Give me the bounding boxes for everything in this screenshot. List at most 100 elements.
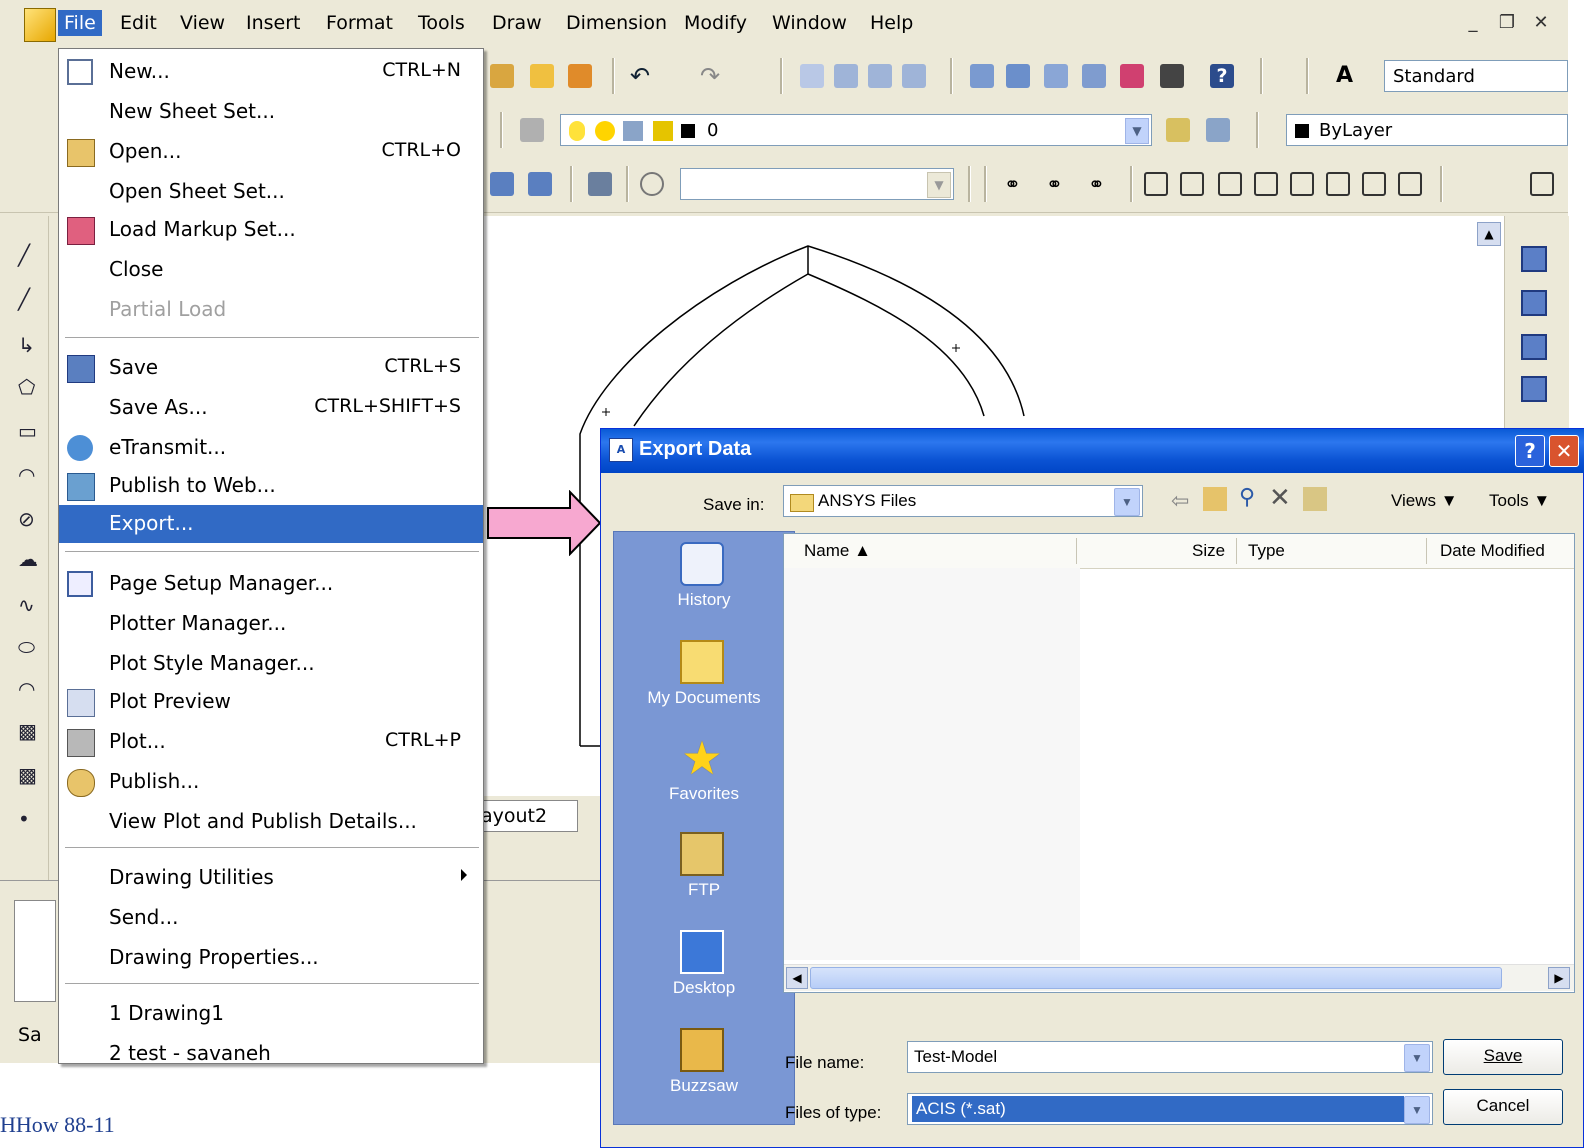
markup-icon[interactable] [1120, 64, 1144, 88]
polyline-icon[interactable]: ↳ [18, 334, 40, 356]
menu-item-recent-1[interactable]: 1 Drawing1 [59, 995, 483, 1033]
taper-faces-icon[interactable] [1326, 172, 1350, 196]
realtime-pan-icon[interactable] [800, 64, 824, 88]
menu-item-send[interactable]: Send... [59, 899, 483, 937]
delete-faces-icon[interactable] [1254, 172, 1278, 196]
zoom-window-icon[interactable] [868, 64, 892, 88]
search-web-icon[interactable]: ⚲ [1239, 485, 1255, 510]
save-button[interactable]: Save [1443, 1039, 1563, 1075]
menu-item-recent-2[interactable]: 2 test - savaneh [59, 1035, 483, 1073]
menu-item-new-sheet-set[interactable]: New Sheet Set... [59, 93, 483, 131]
layer-previous-icon[interactable] [1206, 118, 1230, 142]
up-folder-icon[interactable] [1203, 487, 1227, 511]
restore-icon[interactable]: ❐ [1496, 12, 1518, 36]
place-buzzsaw[interactable]: Buzzsaw [614, 1024, 794, 1120]
menu-tools[interactable]: Tools [412, 10, 471, 36]
move-faces-icon[interactable] [1180, 172, 1204, 196]
text-style-select[interactable]: Standard [1384, 60, 1568, 92]
scroll-right-icon[interactable]: ▶ [1548, 967, 1570, 989]
color-select[interactable]: ByLayer [1286, 114, 1568, 146]
menu-item-open[interactable]: Open... CTRL+O [59, 133, 483, 171]
calculator-icon[interactable] [1160, 64, 1184, 88]
text-style-icon[interactable]: A [1336, 64, 1360, 88]
new-folder-icon[interactable] [1303, 487, 1327, 511]
place-desktop[interactable]: Desktop [614, 926, 794, 1022]
send-to-back-icon[interactable] [1521, 290, 1547, 316]
zoom-realtime-icon[interactable] [834, 64, 858, 88]
menu-item-drawing-utilities[interactable]: Drawing Utilities [59, 859, 483, 897]
camera-icon[interactable] [588, 172, 612, 196]
revision-cloud-icon[interactable]: ☁ [18, 548, 40, 570]
menu-item-save-as[interactable]: Save As... CTRL+SHIFT+S [59, 389, 483, 427]
sheet-set-icon[interactable] [1082, 64, 1106, 88]
arc-icon[interactable]: ◠ [18, 464, 40, 486]
send-under-icon[interactable] [1521, 376, 1547, 402]
menu-edit[interactable]: Edit [114, 10, 163, 36]
back-icon[interactable]: ⇦ [1171, 489, 1189, 514]
file-name-input[interactable]: Test-Model ▼ [907, 1041, 1433, 1073]
pencil-icon[interactable] [530, 64, 554, 88]
menu-item-publish-to-web[interactable]: Publish to Web... [59, 467, 483, 505]
help-icon[interactable]: ? [1210, 64, 1234, 88]
rectangle-icon[interactable]: ▭ [18, 420, 40, 442]
redo-icon[interactable]: ↷ [700, 64, 724, 88]
menu-help[interactable]: Help [864, 10, 919, 36]
place-history[interactable]: History [614, 538, 794, 634]
intersect-icon[interactable]: ⚭ [1088, 172, 1112, 196]
ellipse-icon[interactable]: ⬭ [18, 636, 40, 658]
column-date-modified[interactable]: Date Modified [1440, 541, 1545, 561]
menu-dimension[interactable]: Dimension [560, 10, 673, 36]
column-name[interactable]: Name ▲ [804, 541, 871, 561]
help-icon[interactable]: ? [1515, 435, 1545, 467]
save-in-select[interactable]: ANSYS Files ▼ [783, 485, 1143, 517]
delete-icon[interactable]: ✕ [1269, 483, 1291, 513]
menu-window[interactable]: Window [766, 10, 853, 36]
make-layer-current-icon[interactable] [1166, 118, 1190, 142]
close-icon[interactable]: ✕ [1530, 12, 1552, 36]
menu-item-page-setup-manager[interactable]: Page Setup Manager... [59, 565, 483, 603]
zoom-previous-icon[interactable] [902, 64, 926, 88]
file-type-select[interactable]: ACIS (*.sat) ▼ [907, 1093, 1433, 1125]
menu-item-load-markup-set[interactable]: Load Markup Set... [59, 211, 483, 249]
construction-line-icon[interactable]: ╱ [18, 288, 40, 310]
column-type[interactable]: Type [1248, 541, 1285, 561]
menu-view[interactable]: View [174, 10, 231, 36]
ellipse-arc-icon[interactable]: ◠ [18, 678, 40, 700]
spline-icon[interactable]: ∿ [18, 594, 40, 616]
offset-faces-icon[interactable] [1218, 172, 1242, 196]
cancel-button[interactable]: Cancel [1443, 1089, 1563, 1125]
tool-palettes-icon[interactable] [1044, 64, 1068, 88]
polygon-icon[interactable]: ⬠ [18, 376, 40, 398]
circle-icon[interactable]: ⊘ [18, 508, 40, 530]
menu-modify[interactable]: Modify [678, 10, 753, 36]
place-favorites[interactable]: ★ Favorites [614, 732, 794, 828]
tools-menu[interactable]: Tools ▼ [1489, 491, 1550, 511]
sw-iso-view-icon[interactable] [490, 172, 514, 196]
tab-layout2[interactable]: ayout2 [470, 800, 578, 832]
menu-format[interactable]: Format [320, 10, 399, 36]
pan-icon[interactable] [490, 64, 514, 88]
file-list[interactable]: Name ▲ Size Type Date Modified ◀ ▶ [783, 533, 1575, 993]
union-icon[interactable]: ⚭ [1004, 172, 1028, 196]
place-ftp[interactable]: FTP [614, 828, 794, 924]
make-block-icon[interactable]: ▩ [18, 764, 40, 786]
menu-item-drawing-properties[interactable]: Drawing Properties... [59, 939, 483, 977]
properties-icon[interactable] [970, 64, 994, 88]
column-size[interactable]: Size [1192, 541, 1225, 561]
view-select[interactable]: ▼ [680, 168, 954, 200]
views-menu[interactable]: Views ▼ [1391, 491, 1458, 511]
minimize-icon[interactable]: _ [1462, 12, 1484, 36]
menu-insert[interactable]: Insert [240, 10, 307, 36]
bring-above-icon[interactable] [1521, 334, 1547, 360]
menu-item-plot-style-manager[interactable]: Plot Style Manager... [59, 645, 483, 683]
place-my-documents[interactable]: My Documents [614, 636, 794, 732]
menu-draw[interactable]: Draw [486, 10, 548, 36]
menu-item-plotter-manager[interactable]: Plotter Manager... [59, 605, 483, 643]
point-icon[interactable]: • [18, 808, 40, 830]
copy-faces-icon[interactable] [1362, 172, 1386, 196]
color-faces-icon[interactable] [1398, 172, 1422, 196]
menu-item-close[interactable]: Close [59, 251, 483, 289]
close-icon[interactable]: ✕ [1549, 435, 1579, 467]
line-icon[interactable]: ╱ [18, 244, 40, 266]
scroll-left-icon[interactable]: ◀ [786, 967, 808, 989]
